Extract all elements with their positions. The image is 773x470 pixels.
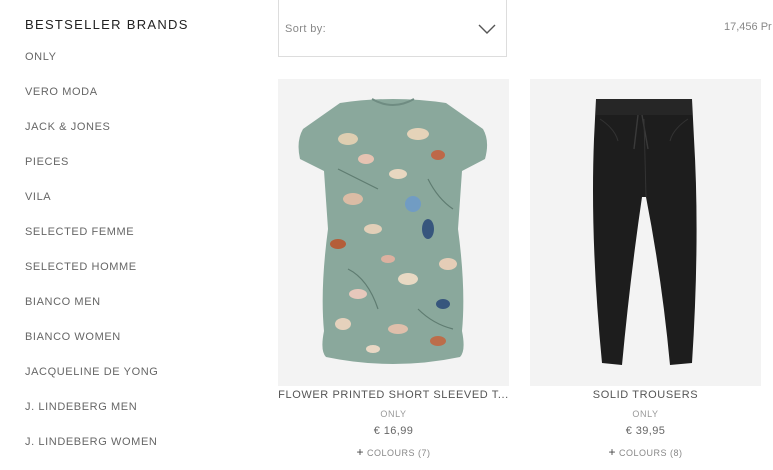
black-trousers-image [593,99,697,365]
product-brand: ONLY [632,409,659,419]
sidebar-title: BESTSELLER BRANDS [25,17,189,32]
sort-label: Sort by: [285,23,327,35]
brand-link-vero-moda[interactable]: VERO MODA [25,85,158,120]
brand-link-selected-homme[interactable]: SELECTED HOMME [25,260,158,295]
brand-link-vila[interactable]: VILA [25,190,158,225]
brand-link-jack-and-jones[interactable]: JACK & JONES [25,120,158,155]
plus-icon: + [608,445,616,459]
product-name[interactable]: FLOWER PRINTED SHORT SLEEVED T... [278,389,509,401]
brand-sidebar: BESTSELLER BRANDS ONLY VERO MODA JACK & … [0,0,260,465]
sort-dropdown[interactable]: Sort by: [278,0,507,57]
brand-link-pieces[interactable]: PIECES [25,155,158,190]
colours-label: COLOURS (8) [619,448,683,458]
brand-link-bianco-men[interactable]: BIANCO MEN [25,295,158,330]
product-image[interactable] [530,79,761,386]
chevron-down-icon [478,24,496,34]
brand-link-selected-femme[interactable]: SELECTED FEMME [25,225,158,260]
product-card[interactable]: FLOWER PRINTED SHORT SLEEVED T... ONLY €… [278,79,509,465]
plus-icon: + [356,445,364,459]
brand-link-jacqueline-de-yong[interactable]: JACQUELINE DE YONG [25,365,158,400]
product-card[interactable]: SOLID TROUSERS ONLY € 39,95 + COLOURS (8) [530,79,761,465]
brand-link-only[interactable]: ONLY [25,50,158,85]
product-image[interactable] [278,79,509,386]
colours-label: COLOURS (7) [367,448,431,458]
product-colours-link[interactable]: + COLOURS (7) [278,445,509,459]
product-colours-link[interactable]: + COLOURS (8) [530,445,761,459]
brand-list: ONLY VERO MODA JACK & JONES PIECES VILA … [25,50,158,470]
floral-tshirt-image [298,98,488,364]
product-price: € 16,99 [373,425,414,437]
brand-link-bianco-women[interactable]: BIANCO WOMEN [25,330,158,365]
product-brand: ONLY [380,409,407,419]
product-price: € 39,95 [625,425,666,437]
brand-link-j-lindeberg-men[interactable]: J. LINDEBERG MEN [25,400,158,435]
product-name[interactable]: SOLID TROUSERS [530,389,761,401]
result-count: 17,456 Pr [724,21,772,33]
